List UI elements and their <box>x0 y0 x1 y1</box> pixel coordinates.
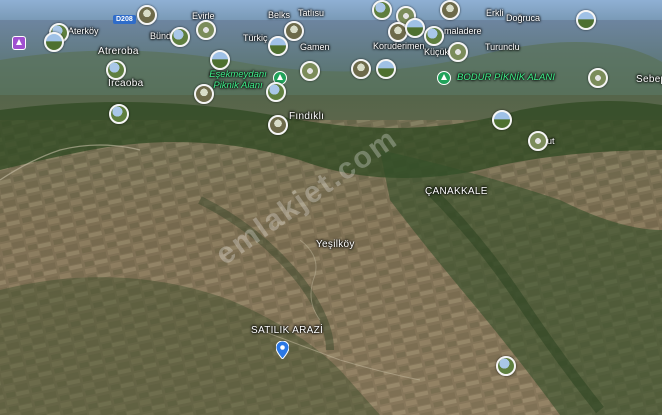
place-label[interactable]: Tatlısu <box>298 9 324 18</box>
photo-thumbnail[interactable] <box>351 59 371 79</box>
place-label[interactable]: Fındıklı <box>289 112 324 122</box>
place-label[interactable]: İrcaoba <box>108 79 143 89</box>
photo-thumbnail[interactable] <box>109 104 129 124</box>
photo-thumbnail[interactable] <box>405 18 425 38</box>
photo-thumbnail[interactable] <box>170 27 190 47</box>
place-label[interactable]: Gamen <box>300 43 330 52</box>
photo-thumbnail[interactable] <box>210 50 230 70</box>
road-label-d208: D208 <box>113 15 136 24</box>
photo-thumbnail[interactable] <box>372 0 392 20</box>
place-label-satilik-arazi[interactable]: SATILIK ARAZİ <box>251 326 323 336</box>
place-label[interactable]: Sebep <box>636 75 662 85</box>
place-label[interactable]: Atreroba <box>98 47 139 57</box>
place-label[interactable]: ut <box>547 137 555 146</box>
place-label[interactable]: Aterköy <box>68 27 99 36</box>
photo-thumbnail[interactable] <box>300 61 320 81</box>
photo-thumbnail[interactable] <box>284 21 304 41</box>
terrain-imagery <box>0 0 662 415</box>
place-label[interactable]: Türkiç <box>243 34 268 43</box>
place-label[interactable]: Koruderimen <box>373 42 425 51</box>
photo-thumbnail[interactable] <box>44 32 64 52</box>
photo-thumbnail[interactable] <box>448 42 468 62</box>
photo-thumbnail[interactable] <box>266 82 286 102</box>
photo-thumbnail[interactable] <box>194 84 214 104</box>
photo-thumbnail[interactable] <box>576 10 596 30</box>
photo-thumbnail[interactable] <box>588 68 608 88</box>
photo-thumbnail[interactable] <box>268 36 288 56</box>
photo-thumbnail[interactable] <box>196 20 216 40</box>
place-label[interactable]: maladere <box>444 27 482 36</box>
place-label-yesilkoy[interactable]: Yeşilköy <box>316 240 355 250</box>
location-marker-icon[interactable] <box>276 341 289 359</box>
poi-label-bodur[interactable]: BODUR PİKNİK ALANI <box>457 73 555 83</box>
place-label[interactable]: Belks <box>268 11 290 20</box>
photo-thumbnail[interactable] <box>424 26 444 46</box>
photo-thumbnail[interactable] <box>528 131 548 151</box>
photo-thumbnail[interactable] <box>268 115 288 135</box>
place-label-canakkale[interactable]: ÇANAKKALE <box>425 187 488 197</box>
place-label[interactable]: Erkli <box>486 9 504 18</box>
place-label[interactable]: Doğruca <box>506 14 540 23</box>
photo-thumbnail[interactable] <box>492 110 512 130</box>
poi-label-esekmeydani[interactable]: Eşekmeydanı Piknik Alanı <box>209 69 267 92</box>
photo-thumbnail[interactable] <box>440 0 460 20</box>
photo-thumbnail[interactable] <box>137 5 157 25</box>
picnic-pin-icon[interactable] <box>437 71 451 85</box>
satellite-map-3d[interactable]: emlakjet.com D208 Aterköy Bündi Evirle B… <box>0 0 662 415</box>
photo-thumbnail[interactable] <box>496 356 516 376</box>
photo-thumbnail[interactable] <box>376 59 396 79</box>
place-label[interactable]: Turunclu <box>485 43 520 52</box>
photo-thumbnail[interactable] <box>106 60 126 80</box>
place-pin-icon[interactable] <box>12 36 26 50</box>
